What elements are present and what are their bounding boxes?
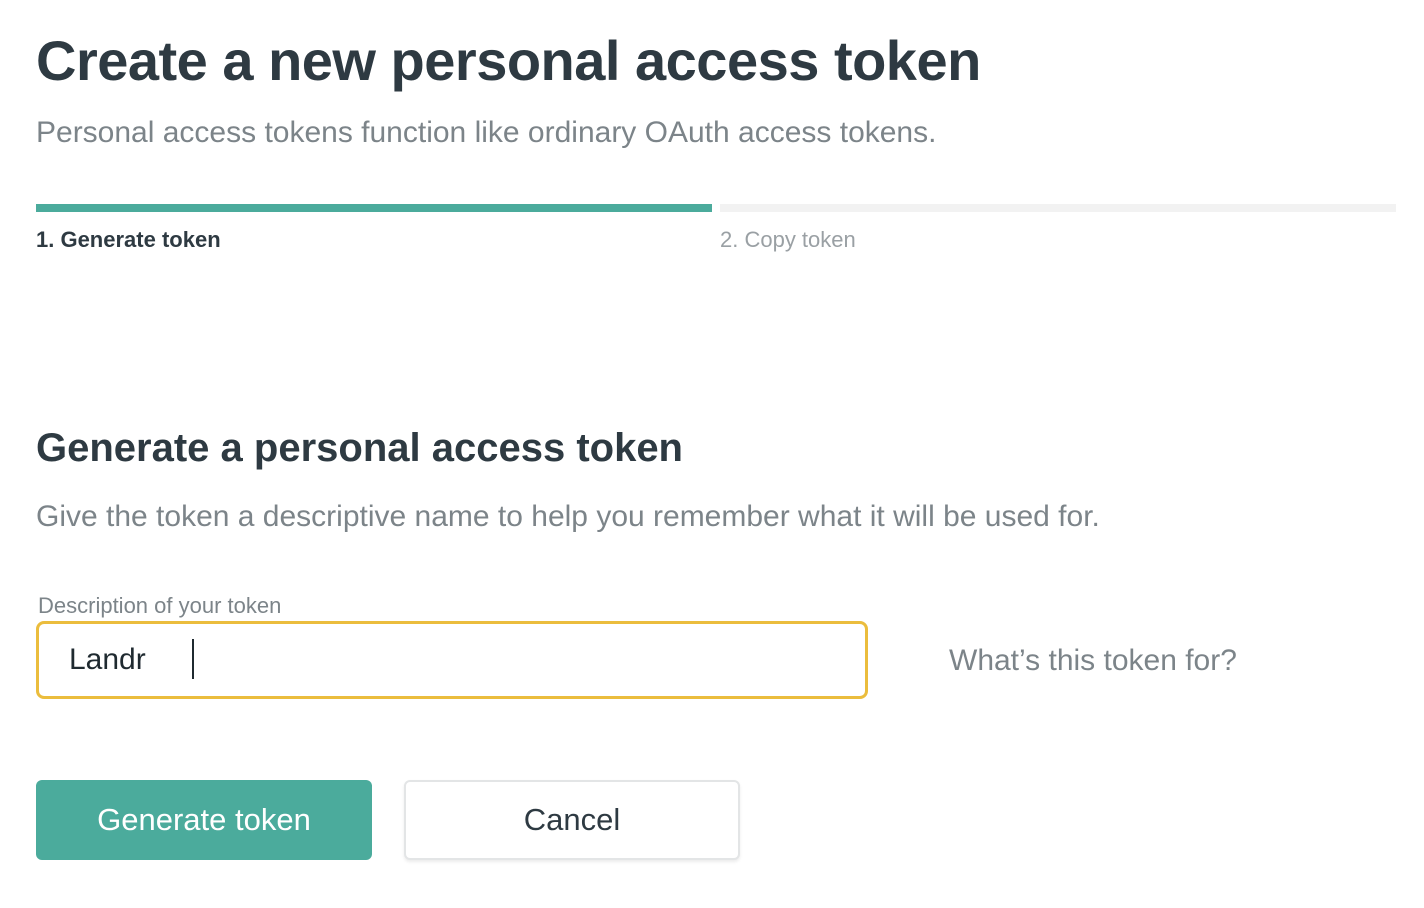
- step-progress-bar-inactive: [720, 204, 1396, 212]
- step-copy-token: 2. Copy token: [720, 204, 1396, 254]
- token-description-label: Description of your token: [38, 593, 282, 618]
- token-description-input[interactable]: [39, 624, 865, 696]
- whats-this-token-for-link[interactable]: What’s this token for?: [949, 642, 1237, 680]
- section-description: Give the token a descriptive name to hel…: [36, 500, 1100, 533]
- step-progress-bar-active: [36, 204, 712, 212]
- section-title: Generate a personal access token: [36, 426, 683, 470]
- page-subtitle: Personal access tokens function like ord…: [36, 116, 937, 149]
- step-generate-token: 1. Generate token: [36, 204, 712, 254]
- token-description-field: [36, 621, 868, 699]
- page-title: Create a new personal access token: [36, 29, 981, 92]
- step-label: 2. Copy token: [720, 227, 856, 252]
- text-cursor: [192, 639, 194, 679]
- step-label: 1. Generate token: [36, 227, 221, 252]
- generate-token-button[interactable]: Generate token: [36, 780, 372, 860]
- cancel-button[interactable]: Cancel: [404, 780, 740, 860]
- progress-stepper: 1. Generate token 2. Copy token: [36, 204, 1396, 264]
